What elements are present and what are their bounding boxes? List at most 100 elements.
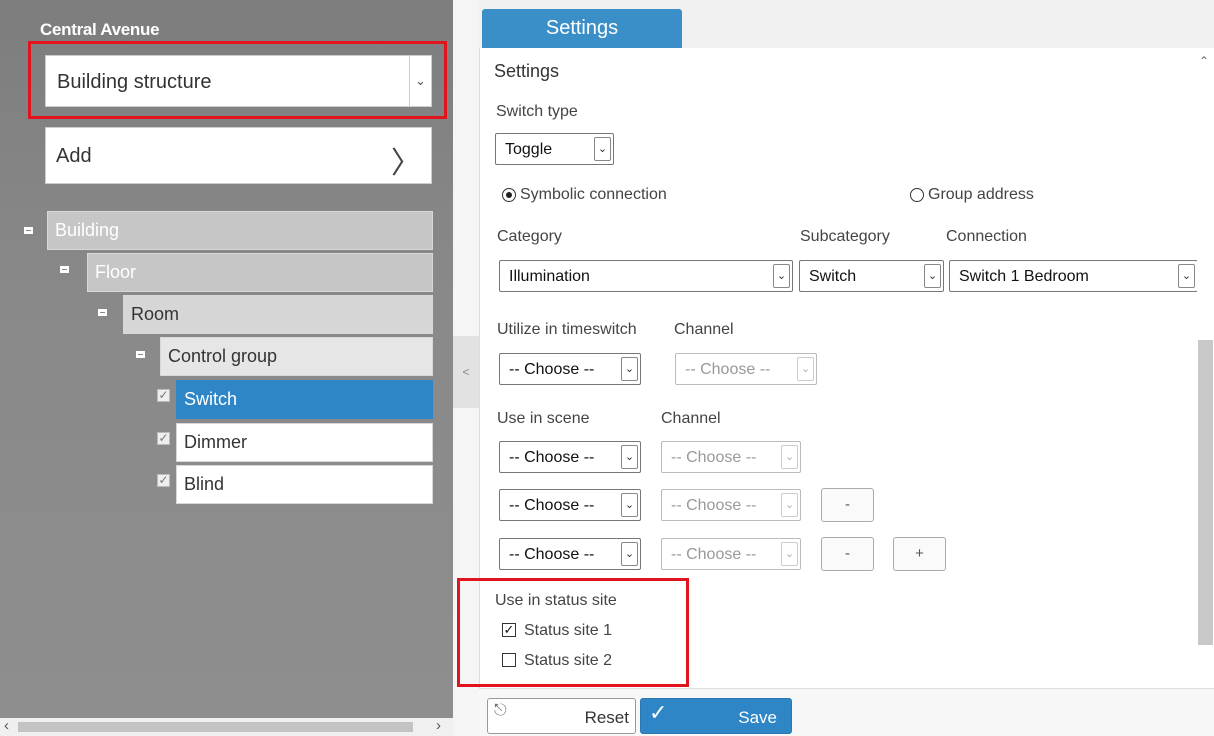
radio-group-label: Group address — [928, 186, 1034, 203]
select-value: -- Choose -- — [685, 361, 771, 378]
horizontal-scrollbar[interactable]: ‹ › — [0, 717, 453, 736]
vertical-scrollbar[interactable]: ⌃ — [1197, 48, 1214, 688]
left-panel: Central Avenue Building structure ⌄ Add … — [0, 0, 453, 736]
select-value: Switch — [809, 268, 857, 285]
chevron-down-icon: ⌄ — [924, 264, 941, 288]
subcategory-select[interactable]: Switch ⌄ — [799, 260, 944, 292]
checked-icon[interactable]: ✓ — [157, 389, 170, 402]
scroll-up-icon[interactable]: ⌃ — [1199, 54, 1209, 68]
checked-icon[interactable]: ✓ — [157, 474, 170, 487]
scene-select-3[interactable]: -- Choose -- ⌄ — [499, 538, 641, 570]
reset-button[interactable]: ⎋ Reset — [487, 698, 636, 734]
select-value: -- Choose -- — [671, 497, 757, 514]
category-select[interactable]: Illumination ⌄ — [499, 260, 793, 292]
tab-settings[interactable]: Settings — [482, 9, 682, 48]
add-label: Add — [56, 145, 92, 167]
status-site-2-checkbox[interactable] — [502, 653, 516, 667]
collapse-icon[interactable] — [98, 309, 107, 316]
scene-channel-select-2[interactable]: -- Choose -- ⌄ — [661, 489, 801, 521]
tree-label: Building — [55, 220, 120, 240]
select-value: -- Choose -- — [671, 449, 757, 466]
save-button[interactable]: ✓ Save — [640, 698, 792, 734]
collapse-icon[interactable] — [60, 266, 69, 273]
view-select-value: Building structure — [57, 71, 212, 93]
reset-label: Reset — [584, 708, 629, 727]
tree-label: Control group — [168, 346, 278, 366]
scene-select-1[interactable]: -- Choose -- ⌄ — [499, 441, 641, 473]
subcategory-label: Subcategory — [800, 228, 890, 245]
chevron-down-icon: ⌄ — [1178, 264, 1195, 288]
tree-node-blind[interactable]: Blind — [176, 465, 433, 504]
tree-node-building[interactable]: Building — [47, 211, 433, 250]
status-site-1-label: Status site 1 — [524, 622, 613, 639]
tree-label: Switch — [184, 389, 238, 409]
view-select[interactable]: Building structure ⌄ — [45, 55, 432, 107]
scrollbar-thumb[interactable] — [1198, 340, 1213, 645]
chevron-down-icon: ⌄ — [621, 445, 638, 469]
tree-node-dimmer[interactable]: Dimmer — [176, 423, 433, 462]
status-site-2-label: Status site 2 — [524, 652, 613, 669]
scene-label: Use in scene — [497, 410, 590, 427]
tree-node-room[interactable]: Room — [123, 295, 433, 334]
chevron-down-icon: ⌄ — [621, 542, 638, 566]
chevron-down-icon: ⌄ — [773, 264, 790, 288]
chevron-down-icon: ⌄ — [621, 493, 638, 517]
radio-symbolic-label: Symbolic connection — [520, 186, 667, 203]
tree-label: Blind — [184, 474, 225, 494]
category-label: Category — [497, 228, 562, 245]
chevron-down-icon: ⌄ — [797, 357, 814, 381]
add-scene-button[interactable]: + — [893, 537, 946, 571]
collapse-panel-icon[interactable]: < — [453, 336, 479, 408]
chevron-down-icon: ⌄ — [781, 493, 798, 517]
collapse-icon[interactable] — [136, 351, 145, 358]
scene-channel-select-1[interactable]: -- Choose -- ⌄ — [661, 441, 801, 473]
save-label: Save — [738, 708, 777, 727]
checked-icon[interactable]: ✓ — [157, 432, 170, 445]
chevron-down-icon: ⌄ — [781, 445, 798, 469]
connection-label: Connection — [946, 228, 1027, 245]
tree-label: Dimmer — [184, 432, 247, 452]
radio-symbolic-connection[interactable] — [502, 188, 516, 202]
chevron-right-icon: 〉 — [391, 147, 421, 180]
timeswitch-channel-select[interactable]: -- Choose -- ⌄ — [675, 353, 817, 385]
tree-node-switch[interactable]: Switch — [176, 380, 433, 419]
scene-channel-select-3[interactable]: -- Choose -- ⌄ — [661, 538, 801, 570]
timeswitch-label: Utilize in timeswitch — [497, 321, 637, 338]
tree-node-floor[interactable]: Floor — [87, 253, 433, 292]
checkmark-icon: ✓ — [649, 700, 668, 725]
remove-scene-button[interactable]: - — [821, 488, 874, 522]
tab-bar: Settings — [479, 0, 1214, 48]
chevron-down-icon: ⌄ — [781, 542, 798, 566]
remove-scene-button[interactable]: - — [821, 537, 874, 571]
select-value: -- Choose -- — [671, 546, 757, 563]
scene-select-2[interactable]: -- Choose -- ⌄ — [499, 489, 641, 521]
timeswitch-channel-label: Channel — [674, 321, 734, 338]
tree-label: Room — [131, 304, 180, 324]
site-title: Central Avenue — [40, 20, 160, 39]
chevron-down-icon: ⌄ — [621, 357, 638, 381]
select-value: -- Choose -- — [509, 497, 595, 514]
add-button[interactable]: Add 〉 — [45, 127, 432, 184]
tree-label: Floor — [95, 262, 137, 282]
scrollbar-thumb[interactable] — [18, 722, 413, 732]
timeswitch-select[interactable]: -- Choose -- ⌄ — [499, 353, 641, 385]
chevron-down-icon: ⌄ — [594, 137, 611, 161]
status-site-label: Use in status site — [495, 592, 617, 609]
status-site-1-checkbox[interactable]: ✓ — [502, 623, 516, 637]
scroll-left-icon[interactable]: ‹ — [4, 717, 9, 734]
collapse-icon[interactable] — [24, 227, 33, 234]
settings-heading: Settings — [494, 61, 560, 81]
switch-type-select[interactable]: Toggle ⌄ — [495, 133, 614, 165]
select-value: -- Choose -- — [509, 361, 595, 378]
reset-icon: ⎋ — [494, 702, 507, 719]
settings-panel: Settings Settings Switch type Toggle ⌄ S… — [457, 0, 1214, 736]
settings-content: Settings Switch type Toggle ⌄ Symbolic c… — [457, 48, 1198, 688]
select-value: Illumination — [509, 268, 590, 285]
select-value: Switch 1 Bedroom — [959, 268, 1089, 285]
scroll-right-icon[interactable]: › — [436, 717, 441, 734]
connection-select[interactable]: Switch 1 Bedroom ⌄ — [949, 260, 1198, 292]
select-value: -- Choose -- — [509, 546, 595, 563]
chevron-down-icon: ⌄ — [409, 56, 431, 106]
tree-node-control-group[interactable]: Control group — [160, 337, 433, 376]
radio-group-address[interactable] — [910, 188, 924, 202]
